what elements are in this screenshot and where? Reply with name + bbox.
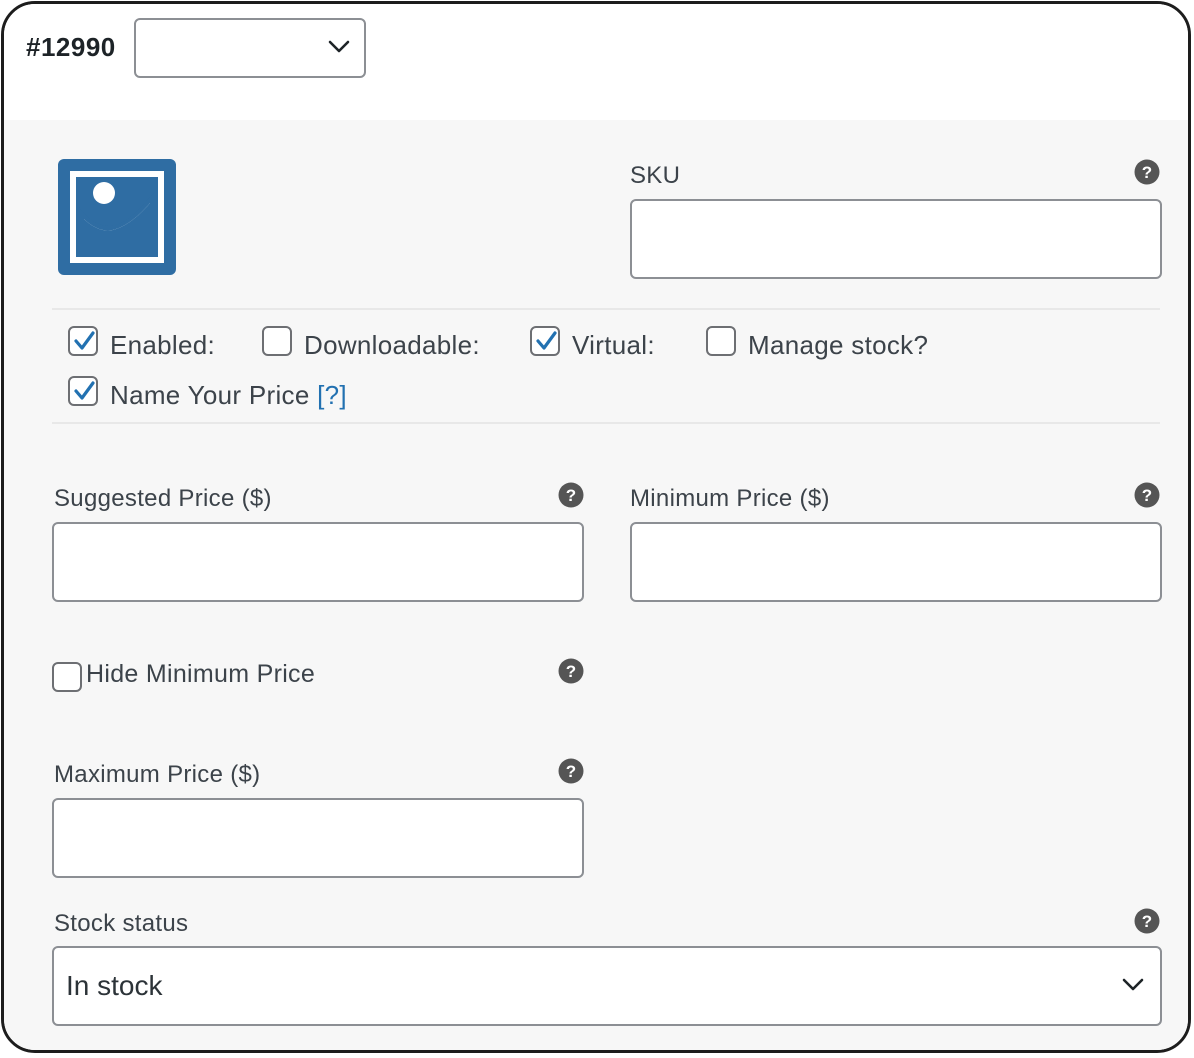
sku-input[interactable] — [630, 199, 1162, 279]
virtual-checkbox[interactable] — [530, 326, 560, 356]
enabled-checkbox[interactable] — [68, 326, 98, 356]
suggested-price-input[interactable] — [52, 522, 584, 602]
minimum-price-input[interactable] — [630, 522, 1162, 602]
checkmark-icon — [74, 381, 95, 400]
name-your-price-label: Name Your Price [?] — [110, 380, 347, 411]
chevron-down-icon — [1122, 978, 1144, 991]
downloadable-label: Downloadable: — [304, 330, 480, 360]
enabled-label: Enabled: — [110, 330, 216, 360]
chevron-down-icon — [328, 40, 350, 53]
stock-status-label: Stock status — [54, 910, 189, 937]
help-icon[interactable]: ? — [558, 482, 584, 508]
divider — [52, 422, 1160, 424]
hide-minimum-price-label: Hide Minimum Price — [86, 660, 316, 688]
name-your-price-checkbox[interactable] — [68, 376, 98, 406]
svg-text:?: ? — [1142, 912, 1152, 931]
variation-header: #12990 — [4, 4, 1188, 120]
help-icon[interactable]: ? — [1134, 159, 1160, 185]
help-icon[interactable]: ? — [558, 658, 584, 684]
stock-status-select[interactable]: In stock — [52, 946, 1162, 1026]
svg-text:?: ? — [566, 662, 576, 681]
help-icon[interactable]: ? — [558, 758, 584, 784]
virtual-label: Virtual: — [572, 330, 655, 360]
hide-minimum-price-checkbox[interactable] — [52, 662, 82, 692]
checkmark-icon — [74, 331, 95, 350]
svg-text:?: ? — [566, 486, 576, 505]
divider — [52, 308, 1160, 310]
manage-stock-checkbox[interactable] — [706, 326, 736, 356]
suggested-price-label: Suggested Price ($) — [54, 485, 272, 512]
svg-text:?: ? — [566, 762, 576, 781]
name-your-price-help-link[interactable]: [?] — [317, 380, 347, 410]
name-your-price-text: Name Your Price — [110, 380, 310, 410]
sku-label: SKU — [630, 162, 681, 189]
svg-text:?: ? — [1142, 163, 1152, 182]
maximum-price-input[interactable] — [52, 798, 584, 878]
manage-stock-label: Manage stock? — [748, 330, 929, 360]
svg-text:?: ? — [1142, 486, 1152, 505]
attribute-select[interactable] — [134, 18, 366, 78]
downloadable-checkbox[interactable] — [262, 326, 292, 356]
image-placeholder-icon[interactable] — [58, 159, 176, 275]
maximum-price-label: Maximum Price ($) — [54, 761, 261, 788]
variation-panel: #12990 SKU ? Enabled: Downloadable: Virt… — [1, 1, 1191, 1053]
help-icon[interactable]: ? — [1134, 482, 1160, 508]
variation-id: #12990 — [26, 32, 116, 62]
variation-body: SKU ? Enabled: Downloadable: Virtual: Ma… — [4, 120, 1188, 1050]
stock-status-value: In stock — [66, 970, 163, 1001]
minimum-price-label: Minimum Price ($) — [630, 485, 830, 512]
help-icon[interactable]: ? — [1134, 908, 1160, 934]
checkmark-icon — [536, 331, 557, 350]
